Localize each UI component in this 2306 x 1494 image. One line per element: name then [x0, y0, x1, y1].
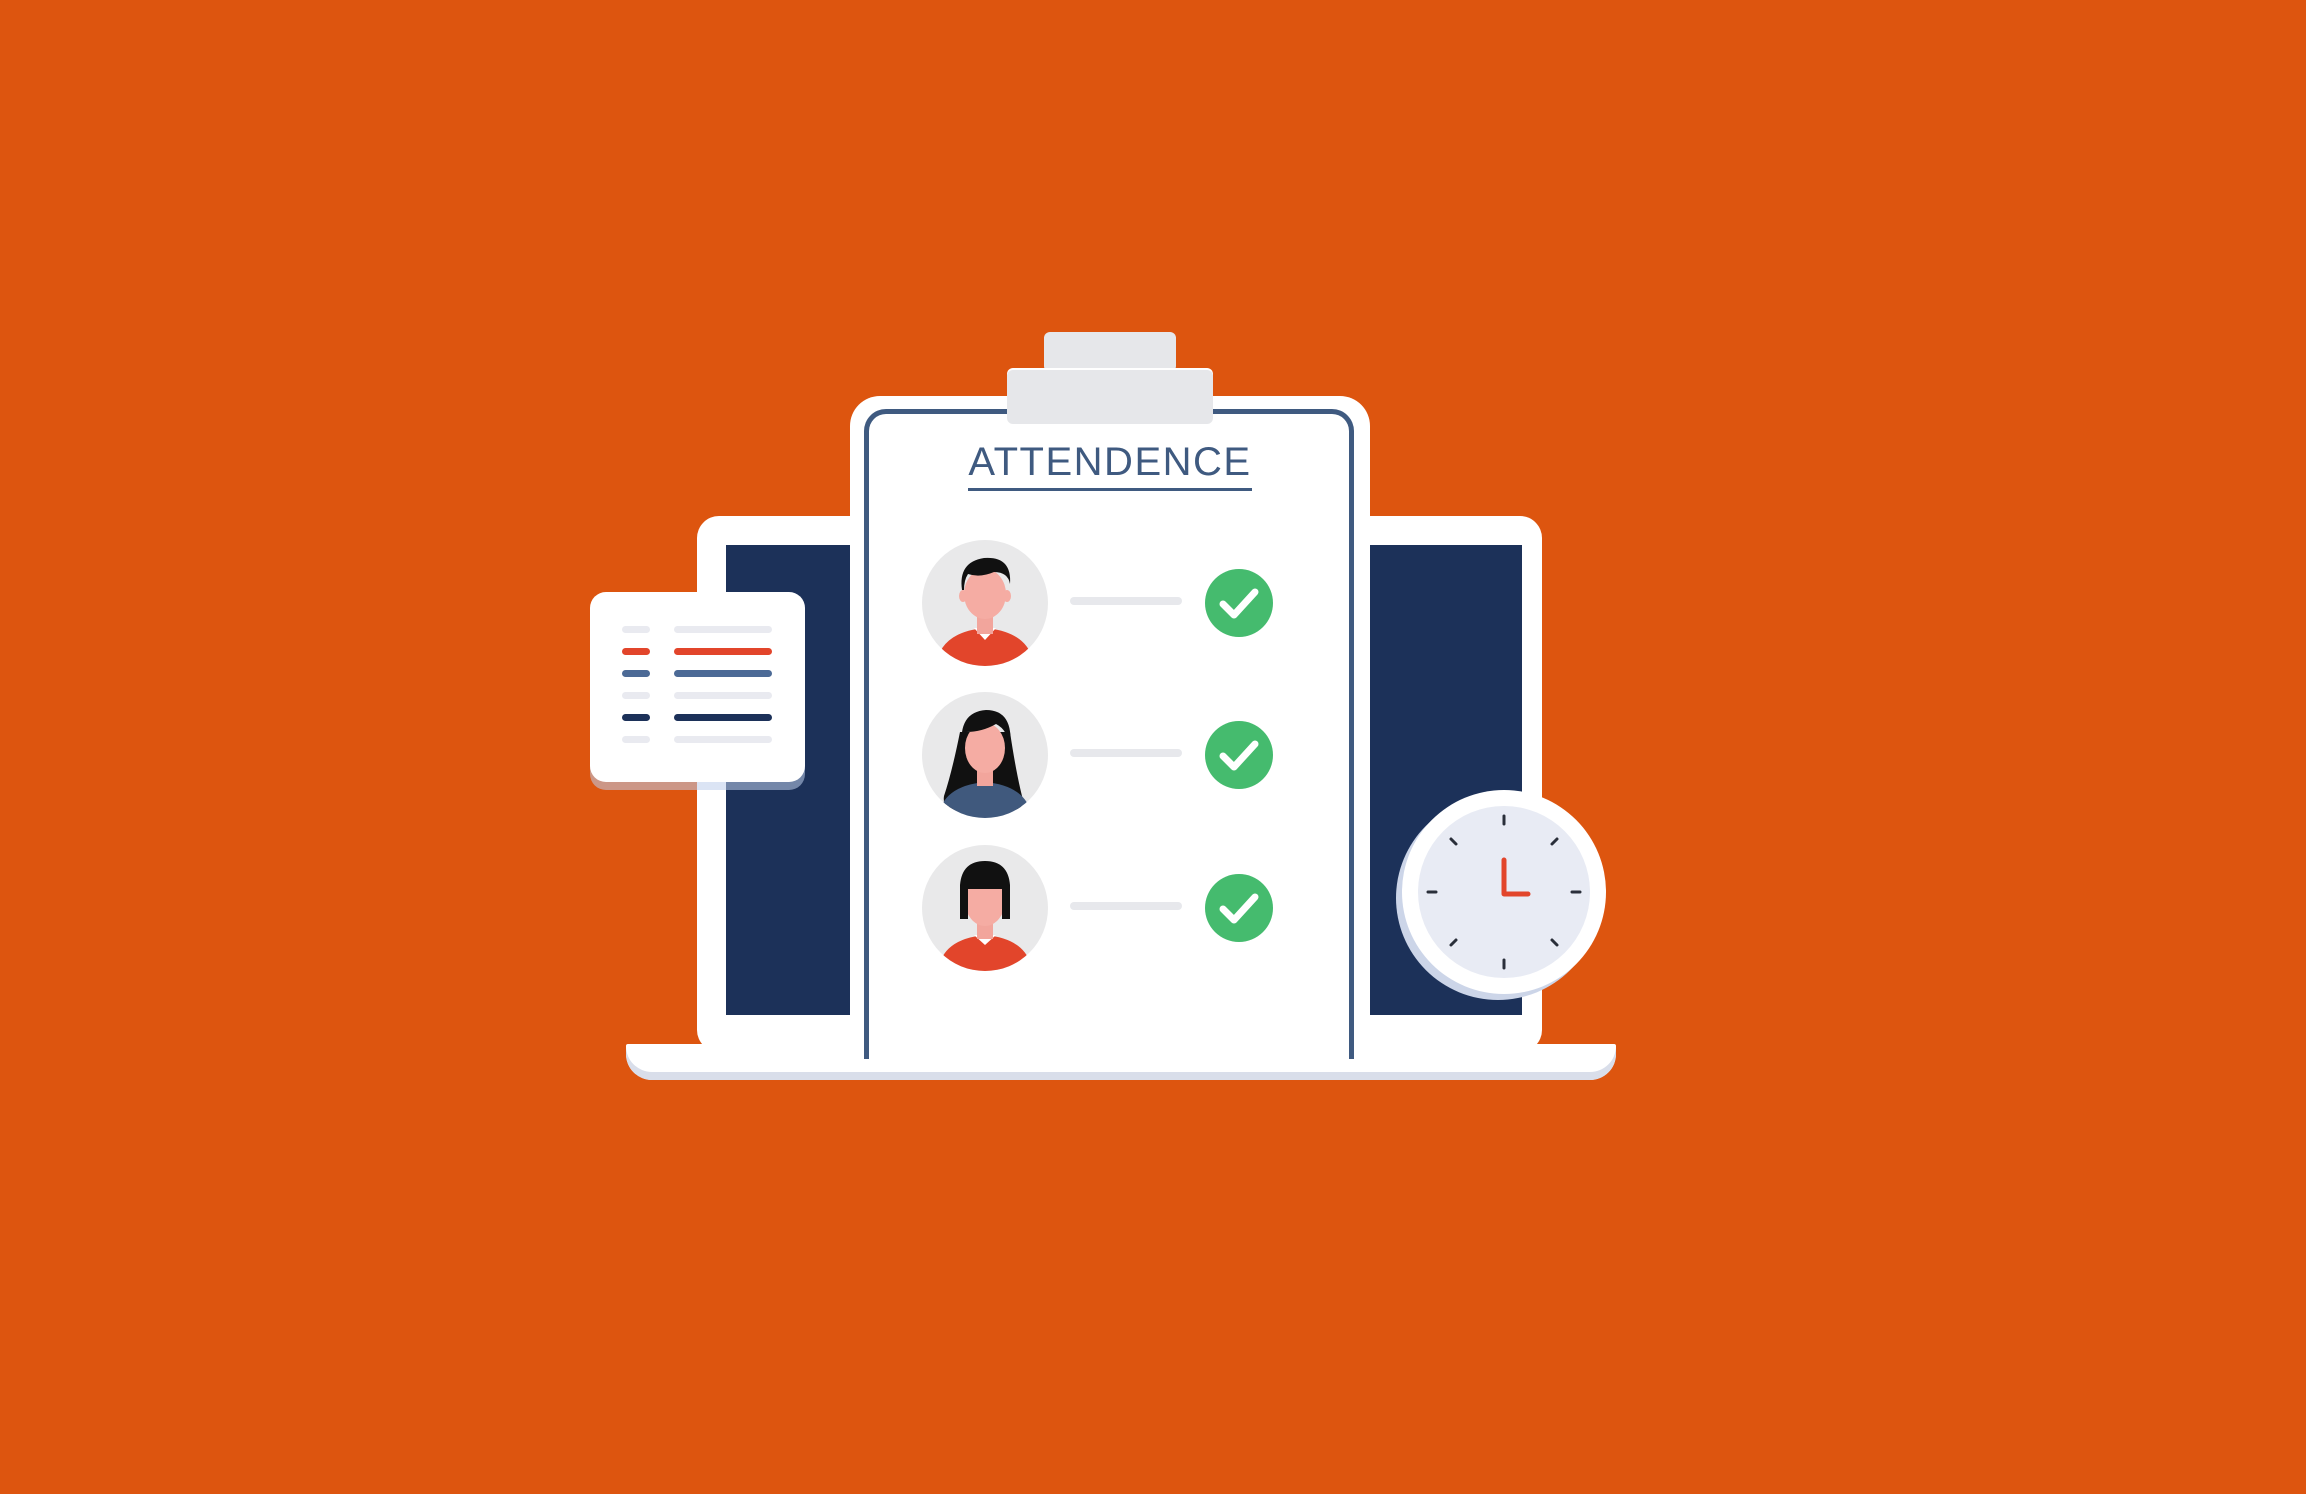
list-line	[622, 626, 650, 633]
list-line	[622, 736, 650, 743]
attendee-row	[918, 692, 1278, 822]
attendance-illustration: ATTENDENCE	[0, 0, 2306, 1494]
attendee-row	[918, 540, 1278, 670]
check-circle-icon	[1205, 721, 1273, 789]
list-line	[674, 736, 772, 743]
attendee-line	[1070, 597, 1182, 605]
woman-avatar-icon	[922, 692, 1048, 818]
list-line	[674, 670, 772, 677]
list-line	[622, 648, 650, 655]
list-line	[674, 692, 772, 699]
clipboard-title: ATTENDENCE	[880, 440, 1340, 491]
check-circle-icon	[1205, 874, 1273, 942]
list-line	[674, 626, 772, 633]
list-line	[622, 714, 650, 721]
list-line	[622, 692, 650, 699]
attendee-line	[1070, 749, 1182, 757]
list-line	[674, 714, 772, 721]
clipboard-clip-top	[1044, 332, 1176, 372]
clipboard-clip	[1007, 370, 1213, 424]
check-circle-icon	[1205, 569, 1273, 637]
man-avatar-icon	[922, 540, 1048, 666]
girl-avatar-icon	[922, 845, 1048, 971]
clipboard-title-text: ATTENDENCE	[968, 440, 1252, 491]
list-line	[622, 670, 650, 677]
attendee-line	[1070, 902, 1182, 910]
list-card-icon	[590, 592, 805, 782]
attendee-row	[918, 845, 1278, 975]
list-line	[674, 648, 772, 655]
clock-face	[1418, 806, 1590, 978]
